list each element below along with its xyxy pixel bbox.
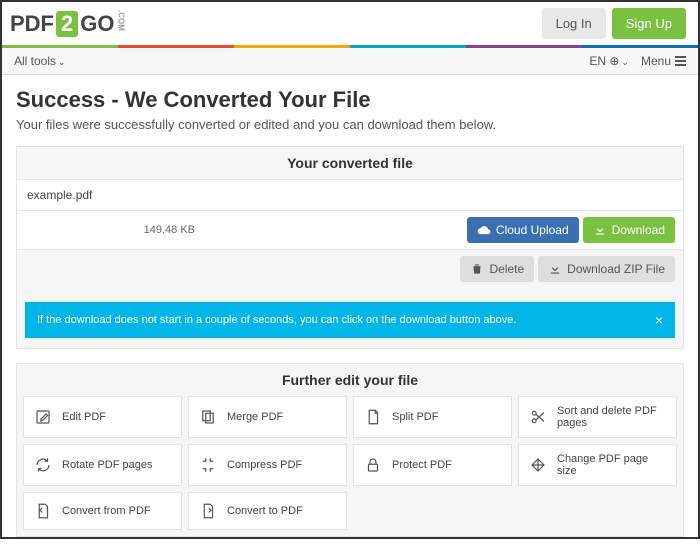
file-name: example.pdf — [17, 179, 683, 211]
logo-2: 2 — [56, 11, 78, 37]
logo-pdf: PDF — [10, 11, 54, 37]
cloud-icon — [477, 223, 491, 237]
signup-button[interactable]: Sign Up — [612, 8, 686, 39]
header: PDF 2 GO .COM Log In Sign Up — [2, 2, 698, 45]
split-icon — [364, 408, 382, 426]
chevron-down-icon: ⌄ — [58, 57, 66, 67]
alert-text: If the download does not start in a coup… — [37, 314, 516, 326]
download-icon — [548, 262, 562, 276]
page-subtitle: Your files were successfully converted o… — [16, 117, 684, 132]
delete-button[interactable]: Delete — [460, 256, 534, 282]
alert-close-button[interactable]: × — [655, 312, 663, 328]
scissors-icon — [529, 408, 547, 426]
tool-compress-pdf[interactable]: Compress PDF — [188, 444, 347, 486]
tool-change-size[interactable]: Change PDF page size — [518, 444, 677, 486]
tool-merge-pdf[interactable]: Merge PDF — [188, 396, 347, 438]
login-button[interactable]: Log In — [542, 8, 606, 39]
globe-icon: ⊕ — [609, 54, 619, 68]
tool-sort-delete[interactable]: Sort and delete PDF pages — [518, 396, 677, 438]
menu-button[interactable]: Menu — [641, 54, 686, 68]
file-in-icon — [199, 502, 217, 520]
download-icon — [593, 223, 607, 237]
converted-file-panel: Your converted file example.pdf 149.48 K… — [16, 146, 684, 349]
logo-com: .COM — [116, 10, 125, 31]
language-selector[interactable]: EN ⊕⌄ — [589, 54, 629, 68]
tool-convert-to[interactable]: Convert to PDF — [188, 492, 347, 530]
edit-icon — [34, 408, 52, 426]
chevron-down-icon: ⌄ — [621, 57, 629, 67]
tools-grid: Edit PDF Merge PDF Split PDF Sort and de… — [17, 396, 683, 536]
trash-icon — [470, 262, 484, 276]
logo-go: GO — [80, 11, 114, 37]
page-title: Success - We Converted Your File — [16, 87, 684, 113]
resize-icon — [529, 456, 547, 474]
cloud-upload-button[interactable]: Cloud Upload — [467, 217, 579, 243]
hamburger-icon — [675, 56, 686, 66]
main-content: Success - We Converted Your File Your fi… — [2, 75, 698, 549]
subnav: All tools⌄ EN ⊕⌄ Menu — [2, 48, 698, 75]
compress-icon — [199, 456, 217, 474]
further-title: Further edit your file — [17, 364, 683, 396]
all-tools-dropdown[interactable]: All tools⌄ — [14, 54, 66, 68]
header-buttons: Log In Sign Up — [542, 8, 686, 39]
tool-convert-from[interactable]: Convert from PDF — [23, 492, 182, 530]
panel-title: Your converted file — [17, 147, 683, 179]
download-button[interactable]: Download — [583, 217, 675, 243]
rainbow-divider — [2, 45, 698, 48]
lock-icon — [364, 456, 382, 474]
tool-rotate-pdf[interactable]: Rotate PDF pages — [23, 444, 182, 486]
merge-icon — [199, 408, 217, 426]
tool-split-pdf[interactable]: Split PDF — [353, 396, 512, 438]
rotate-icon — [34, 456, 52, 474]
file-size: 149.48 KB — [25, 224, 195, 236]
download-alert: If the download does not start in a coup… — [25, 302, 675, 338]
secondary-actions: Delete Download ZIP File — [17, 250, 683, 288]
further-edit-panel: Further edit your file Edit PDF Merge PD… — [16, 363, 684, 537]
tool-protect-pdf[interactable]: Protect PDF — [353, 444, 512, 486]
download-zip-button[interactable]: Download ZIP File — [538, 256, 675, 282]
tool-edit-pdf[interactable]: Edit PDF — [23, 396, 182, 438]
logo[interactable]: PDF 2 GO .COM — [10, 10, 125, 37]
file-out-icon — [34, 502, 52, 520]
file-actions-row: 149.48 KB Cloud Upload Download — [17, 211, 683, 250]
